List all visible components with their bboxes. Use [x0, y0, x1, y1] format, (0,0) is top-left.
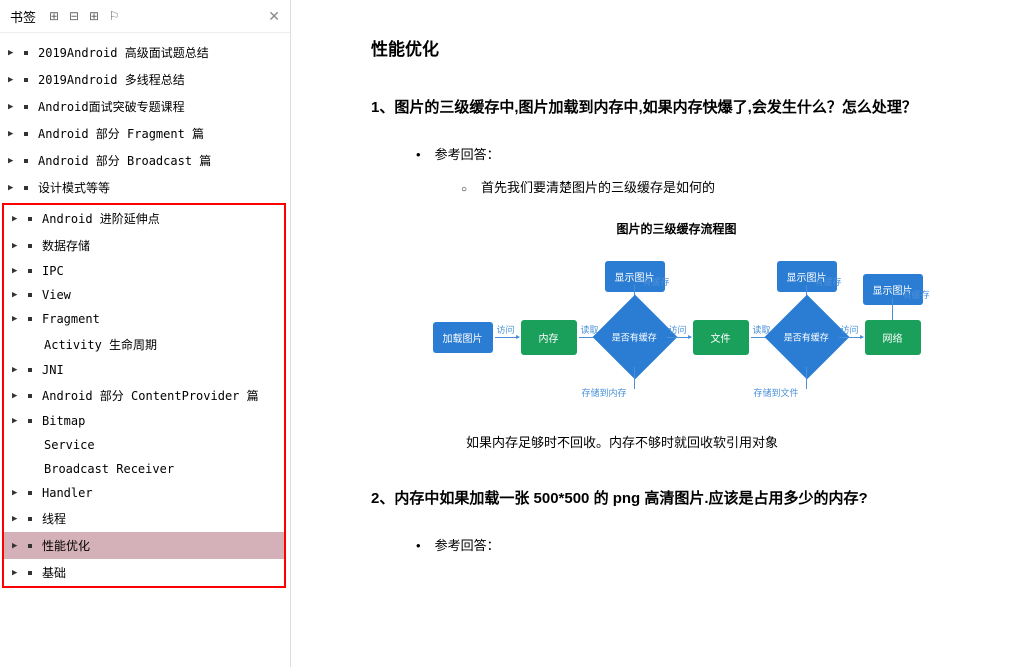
- add-bookmark-icon[interactable]: ⊞: [84, 6, 104, 26]
- chevron-right-icon: ▶: [12, 391, 22, 401]
- diagram-title: 图片的三级缓存流程图: [371, 220, 982, 237]
- chevron-right-icon: ▶: [8, 129, 18, 139]
- highlight-region: ▶Android 进阶延伸点▶数据存储▶IPC▶View▶FragmentAct…: [2, 203, 286, 588]
- chevron-right-icon: ▶: [12, 568, 22, 578]
- tree-item[interactable]: ▶数据存储: [4, 232, 284, 259]
- bullet-icon: [28, 293, 32, 297]
- tree-item[interactable]: Service: [4, 433, 284, 457]
- chevron-right-icon: ▶: [12, 365, 22, 375]
- flow-load: 加载图片: [433, 322, 493, 353]
- tree-item[interactable]: ▶Handler: [4, 481, 284, 505]
- tree-item[interactable]: Broadcast Receiver: [4, 457, 284, 481]
- flow-file: 文件: [693, 320, 749, 355]
- chevron-right-icon: ▶: [8, 156, 18, 166]
- bullet-icon: [24, 78, 28, 82]
- tree-item[interactable]: ▶Android 进阶延伸点: [4, 205, 284, 232]
- chevron-right-icon: ▶: [12, 241, 22, 251]
- tree-item[interactable]: ▶2019Android 高级面试题总结: [0, 39, 290, 66]
- tree-item[interactable]: ▶Android 部分 Broadcast 篇: [0, 147, 290, 174]
- toolbar-icons: ⊞ ⊟ ⊞ ⚐: [44, 6, 124, 26]
- description: 如果内存足够时不回收。内存不够时就回收软引用对象: [466, 432, 982, 451]
- bullet-icon: [28, 317, 32, 321]
- bookmarks-sidebar: 书签 ⊞ ⊟ ⊞ ⚐ ✕ ▶2019Android 高级面试题总结▶2019An…: [0, 0, 291, 667]
- chevron-right-icon: ▶: [8, 183, 18, 193]
- chevron-right-icon: ▶: [12, 266, 22, 276]
- flow-network: 网络: [865, 320, 921, 355]
- tree-item[interactable]: ▶View: [4, 283, 284, 307]
- bullet-icon: [28, 244, 32, 248]
- bullet-icon: [28, 394, 32, 398]
- tree-item[interactable]: ▶JNI: [4, 358, 284, 382]
- tree-item[interactable]: ▶设计模式等等: [0, 174, 290, 201]
- bullet-icon: [24, 186, 28, 190]
- tree-item[interactable]: ▶IPC: [4, 259, 284, 283]
- tree-item[interactable]: ▶性能优化: [4, 532, 284, 559]
- flow-memory: 内存: [521, 320, 577, 355]
- bullet-icon: [28, 269, 32, 273]
- tree-item[interactable]: ▶基础: [4, 559, 284, 586]
- answer-label-2: 参考回答：: [416, 535, 982, 554]
- flowchart: 加载图片 访问 内存 读取 显示图片 有缓存 是否有缓存 存储到内存 访问 文件…: [371, 272, 982, 402]
- bullet-icon: [24, 159, 28, 163]
- document-content: 性能优化 1、图片的三级缓存中,图片加载到内存中,如果内存快爆了,会发生什么？怎…: [291, 0, 1012, 667]
- bullet-icon: [28, 368, 32, 372]
- expand-icon[interactable]: ⊞: [44, 6, 64, 26]
- tree-item[interactable]: Activity 生命周期: [4, 331, 284, 358]
- chevron-right-icon: ▶: [12, 214, 22, 224]
- bullet-icon: [24, 51, 28, 55]
- collapse-icon[interactable]: ⊟: [64, 6, 84, 26]
- chevron-right-icon: ▶: [12, 514, 22, 524]
- bullet-icon: [28, 217, 32, 221]
- chevron-right-icon: ▶: [8, 48, 18, 58]
- chevron-right-icon: ▶: [12, 488, 22, 498]
- bullet-icon: [28, 544, 32, 548]
- bullet-icon: [28, 419, 32, 423]
- sub-answer: 首先我们要清楚图片的三级缓存是如何的: [461, 177, 982, 196]
- answer-label: 参考回答：: [416, 144, 982, 163]
- tree-item[interactable]: ▶2019Android 多线程总结: [0, 66, 290, 93]
- chevron-right-icon: ▶: [12, 416, 22, 426]
- bookmark-tree: ▶2019Android 高级面试题总结▶2019Android 多线程总结▶A…: [0, 33, 290, 667]
- chevron-right-icon: ▶: [12, 314, 22, 324]
- close-icon[interactable]: ✕: [268, 8, 280, 25]
- page-title: 性能优化: [371, 35, 982, 60]
- tree-item[interactable]: ▶Android 部分 ContentProvider 篇: [4, 382, 284, 409]
- chevron-right-icon: ▶: [8, 102, 18, 112]
- tree-item[interactable]: ▶Android面试突破专题课程: [0, 93, 290, 120]
- sidebar-header: 书签 ⊞ ⊟ ⊞ ⚐ ✕: [0, 0, 290, 33]
- tree-item[interactable]: ▶Android 部分 Fragment 篇: [0, 120, 290, 147]
- tree-item[interactable]: ▶Fragment: [4, 307, 284, 331]
- chevron-right-icon: ▶: [12, 290, 22, 300]
- tree-item[interactable]: ▶线程: [4, 505, 284, 532]
- bullet-icon: [24, 105, 28, 109]
- bullet-icon: [28, 571, 32, 575]
- question-2: 2、内存中如果加载一张 500*500 的 png 高清图片.应该是占用多少的内…: [371, 481, 982, 517]
- tree-item[interactable]: ▶Bitmap: [4, 409, 284, 433]
- bullet-icon: [28, 491, 32, 495]
- chevron-right-icon: ▶: [12, 541, 22, 551]
- chevron-right-icon: ▶: [8, 75, 18, 85]
- bullet-icon: [28, 517, 32, 521]
- bookmark-flag-icon[interactable]: ⚐: [104, 6, 124, 26]
- sidebar-title: 书签: [10, 7, 36, 26]
- bullet-icon: [24, 132, 28, 136]
- question-1: 1、图片的三级缓存中,图片加载到内存中,如果内存快爆了,会发生什么？怎么处理？: [371, 90, 982, 126]
